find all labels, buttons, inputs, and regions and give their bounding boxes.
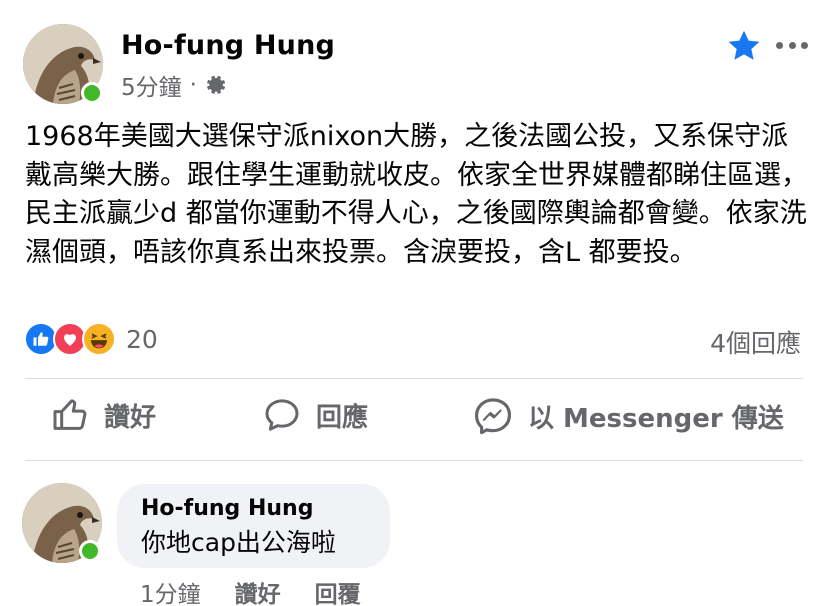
more-options-icon[interactable]	[776, 42, 808, 52]
gear-icon[interactable]	[205, 74, 227, 96]
divider-bottom	[25, 460, 803, 461]
comment-count[interactable]: 4個回應	[710, 324, 801, 360]
comment-button-label: 回應	[316, 402, 369, 433]
post-meta: 5分鐘 ·	[121, 68, 227, 102]
comment-button[interactable]: 回應	[262, 395, 368, 435]
post-text: 1968年美國大選保守派nixon大勝，之後法國公投，又系保守派戴高樂大勝。跟住…	[25, 121, 808, 268]
comment-reply-button[interactable]: 回覆	[315, 575, 361, 606]
online-status-dot	[81, 82, 103, 104]
comment-text: 你地cap出公海啦	[141, 528, 336, 557]
post-author-name[interactable]: Ho-fung Hung	[121, 30, 335, 61]
thumbs-up-icon	[53, 399, 87, 430]
divider-top	[25, 378, 803, 379]
like-button[interactable]: 讚好	[50, 395, 156, 435]
star-icon[interactable]	[725, 28, 763, 64]
comment-author-name[interactable]: Ho-fung Hung	[141, 496, 390, 521]
reactions-summary[interactable]: 20	[24, 322, 158, 356]
post-timestamp[interactable]: 5分鐘	[121, 68, 182, 102]
like-button-label: 讚好	[104, 402, 157, 433]
messenger-share-button[interactable]: 以 Messenger 傳送	[472, 395, 784, 437]
reaction-count: 20	[126, 324, 158, 354]
messenger-share-label: 以 Messenger 傳送	[528, 403, 784, 434]
comment-actions: 1分鐘 讚好 回覆	[140, 575, 361, 606]
haha-reaction-icon	[82, 322, 116, 356]
comment-bubble: Ho-fung Hung 你地cap出公海啦	[117, 484, 390, 568]
comment-icon	[265, 399, 299, 431]
comment-online-status-dot	[79, 540, 101, 562]
comment-like-button[interactable]: 讚好	[235, 575, 281, 606]
meta-separator: ·	[189, 72, 197, 98]
messenger-icon	[474, 398, 512, 435]
comment-timestamp[interactable]: 1分鐘	[140, 575, 201, 606]
